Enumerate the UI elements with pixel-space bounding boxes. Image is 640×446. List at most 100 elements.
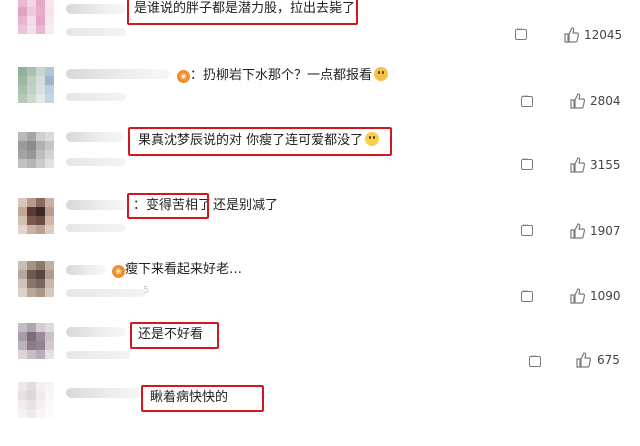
avatar-mosaic-cell — [18, 261, 27, 270]
like-count: 1907 — [590, 224, 621, 238]
username-blurred — [66, 200, 128, 210]
reply-icon[interactable] — [529, 352, 541, 367]
avatar-mosaic-cell — [18, 150, 27, 159]
avatar-mosaic-cell — [27, 207, 36, 216]
avatar-mosaic-cell — [45, 382, 54, 391]
avatar-mosaic-cell — [45, 409, 54, 418]
avatar-mosaic-cell — [45, 279, 54, 288]
avatar-mosaic-cell — [36, 409, 45, 418]
avatar-mosaic-cell — [18, 159, 27, 168]
faint-number: 5 — [143, 285, 150, 296]
avatar-mosaic-cell — [36, 350, 45, 359]
avatar-mosaic-cell — [27, 332, 36, 341]
avatar-mosaic-cell — [36, 391, 45, 400]
username-blurred — [66, 265, 106, 275]
avatar-mosaic-cell — [45, 16, 54, 25]
avatar-mosaic-cell — [27, 216, 36, 225]
username-blurred — [66, 388, 144, 398]
avatar-mosaic-cell — [36, 141, 45, 150]
username-blurred — [66, 69, 170, 79]
avatar-mosaic-cell — [36, 270, 45, 279]
avatar-mosaic-cell — [45, 0, 54, 7]
avatar-mosaic-cell — [36, 76, 45, 85]
avatar-mosaic-cell — [36, 132, 45, 141]
avatar-mosaic-cell — [27, 150, 36, 159]
avatar-mosaic-cell — [18, 85, 27, 94]
highlight-box — [128, 127, 392, 156]
avatar-mosaic-cell — [45, 150, 54, 159]
comment-row: 果真沈梦辰说的对 你瘦了连可爱都没了 — [0, 124, 640, 194]
comment-row: 是谁说的胖子都是潜力股，拉出去毙了 — [0, 0, 640, 62]
like-count: 2804 — [590, 94, 621, 108]
avatar-mosaic-cell — [27, 159, 36, 168]
thumbs-up-icon[interactable] — [563, 27, 579, 43]
comment-row: ❀ 瘦下来看起来好老… 5 — [0, 255, 640, 325]
avatar-mosaic-cell — [18, 391, 27, 400]
avatar[interactable] — [18, 0, 54, 34]
avatar-mosaic-cell — [45, 198, 54, 207]
avatar-mosaic-cell — [18, 16, 27, 25]
avatar-mosaic-cell — [27, 400, 36, 409]
avatar-mosaic-cell — [27, 323, 36, 332]
comment-row: ❀ ：扔柳岩下水那个？一点都报看 — [0, 59, 640, 129]
thumbs-up-icon[interactable] — [569, 93, 585, 109]
avatar-mosaic-cell — [27, 0, 36, 7]
avatar[interactable] — [18, 261, 54, 297]
avatar-mosaic-cell — [36, 207, 45, 216]
avatar-mosaic-cell — [18, 400, 27, 409]
avatar-mosaic-cell — [27, 7, 36, 16]
reply-icon[interactable] — [521, 92, 533, 107]
avatar-mosaic-cell — [45, 270, 54, 279]
avatar-mosaic-cell — [36, 94, 45, 103]
avatar-mosaic-cell — [36, 341, 45, 350]
avatar-mosaic-cell — [45, 76, 54, 85]
avatar[interactable] — [18, 67, 54, 103]
avatar[interactable] — [18, 132, 54, 168]
vip-badge-icon: ❀ — [112, 265, 125, 278]
avatar-mosaic-cell — [27, 76, 36, 85]
avatar[interactable] — [18, 198, 54, 234]
avatar-mosaic-cell — [27, 382, 36, 391]
avatar-mosaic-cell — [45, 207, 54, 216]
reply-icon[interactable] — [521, 287, 533, 302]
avatar-mosaic-cell — [27, 141, 36, 150]
avatar-mosaic-cell — [36, 288, 45, 297]
avatar-mosaic-cell — [45, 85, 54, 94]
reply-icon[interactable] — [515, 25, 527, 40]
avatar-mosaic-cell — [36, 67, 45, 76]
like-count: 3155 — [590, 158, 621, 172]
avatar-mosaic-cell — [45, 288, 54, 297]
meta-blurred — [66, 224, 126, 232]
thumbs-up-icon[interactable] — [569, 288, 585, 304]
highlight-box — [127, 0, 358, 25]
avatar[interactable] — [18, 323, 54, 359]
avatar-mosaic-cell — [45, 159, 54, 168]
avatar-mosaic-cell — [36, 225, 45, 234]
thumbs-up-icon[interactable] — [569, 157, 585, 173]
avatar-mosaic-cell — [27, 288, 36, 297]
avatar-mosaic-cell — [36, 323, 45, 332]
avatar-mosaic-cell — [45, 400, 54, 409]
avatar-mosaic-cell — [27, 261, 36, 270]
avatar-mosaic-cell — [18, 67, 27, 76]
avatar-mosaic-cell — [18, 332, 27, 341]
reply-icon[interactable] — [521, 221, 533, 236]
highlight-box — [127, 193, 209, 219]
reply-icon[interactable] — [521, 155, 533, 170]
meta-blurred — [66, 93, 126, 101]
thumbs-up-icon[interactable] — [575, 352, 591, 368]
thumbs-up-icon[interactable] — [569, 223, 585, 239]
avatar-mosaic-cell — [18, 409, 27, 418]
avatar-mosaic-cell — [18, 76, 27, 85]
avatar-mosaic-cell — [18, 225, 27, 234]
avatar-mosaic-cell — [36, 16, 45, 25]
avatar-mosaic-cell — [27, 391, 36, 400]
avatar-mosaic-cell — [45, 25, 54, 34]
avatar-mosaic-cell — [27, 225, 36, 234]
like-count: 675 — [597, 353, 620, 367]
avatar-mosaic-cell — [45, 341, 54, 350]
avatar-mosaic-cell — [45, 323, 54, 332]
avatar-mosaic-cell — [18, 132, 27, 141]
avatar-mosaic-cell — [45, 261, 54, 270]
avatar-mosaic-cell — [18, 382, 27, 391]
